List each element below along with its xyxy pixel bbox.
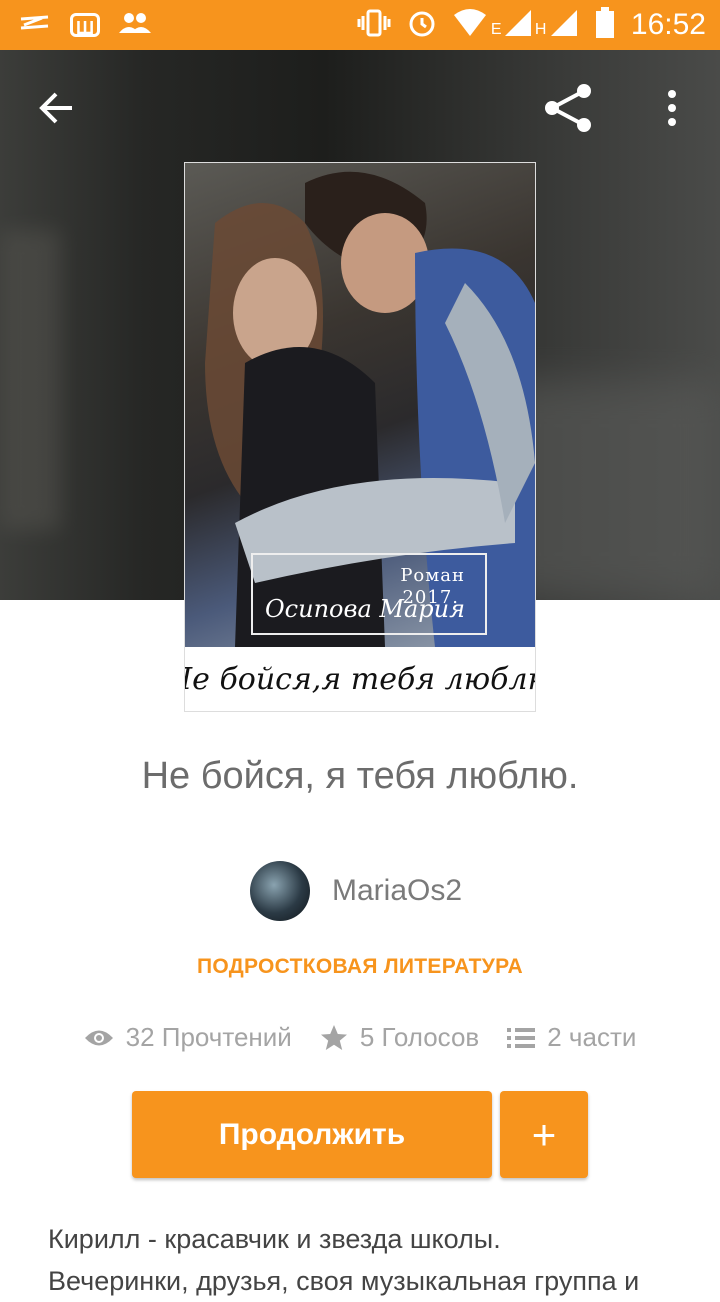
app-notification-icon <box>18 8 52 42</box>
eye-icon <box>84 1030 113 1045</box>
cover-title-frame: Роман 2017. Осипова Мария <box>251 553 487 635</box>
avatar[interactable] <box>250 861 310 921</box>
network-type-2: H <box>534 20 547 38</box>
star-icon <box>320 1024 347 1050</box>
arrow-back-icon <box>39 92 72 124</box>
action-buttons: Продолжить + <box>132 1091 588 1178</box>
continue-reading-button[interactable]: Продолжить <box>132 1091 492 1178</box>
book-cover[interactable]: Роман 2017. Осипова Мария Не бойся,я теб… <box>184 162 536 712</box>
wifi-icon <box>453 8 487 42</box>
more-vert-icon <box>668 90 676 126</box>
reads-stat: 32 Прочтений <box>84 1022 292 1053</box>
cover-photo: Роман 2017. Осипова Мария <box>185 163 535 647</box>
parts-count: 2 части <box>547 1022 637 1052</box>
vibrate-icon <box>357 8 391 43</box>
people-icon <box>118 12 152 39</box>
cover-caption: Не бойся,я тебя люблю <box>185 647 535 711</box>
clock: 16:52 <box>630 8 706 41</box>
wattpad-notification-icon: Ш <box>70 13 100 38</box>
cover-genre-label: Роман <box>400 565 465 586</box>
status-bar: Ш E H 16:52 <box>0 0 720 50</box>
parts-stat: 2 части <box>507 1022 636 1053</box>
cover-author: Осипова Мария <box>265 595 465 623</box>
description-line-1: Кирилл - красавчик и звезда школы. <box>48 1224 501 1254</box>
network-type-1: E <box>490 20 502 38</box>
share-button[interactable] <box>540 80 596 136</box>
signal-icon-2: H <box>535 9 579 42</box>
story-description: Кирилл - красавчик и звезда школы. Вечер… <box>48 1218 678 1302</box>
add-to-library-button[interactable]: + <box>500 1091 588 1178</box>
story-stats: 32 Прочтений 5 Голосов 2 части <box>0 1022 720 1053</box>
reads-count: 32 Прочтений <box>125 1022 292 1052</box>
story-title: Не бойся, я тебя люблю. <box>141 755 579 797</box>
genre-link[interactable]: ПОДРОСТКОВАЯ ЛИТЕРАТУРА <box>0 955 720 979</box>
description-line-2: Вечеринки, друзья, своя музыкальная груп… <box>48 1266 640 1296</box>
battery-icon <box>595 6 615 44</box>
author-name[interactable]: MariaOs2 <box>332 874 462 908</box>
alarm-icon <box>407 8 437 43</box>
signal-icon-1: E <box>491 9 533 42</box>
list-icon <box>507 1027 536 1048</box>
share-icon <box>545 84 591 132</box>
more-options-button[interactable] <box>644 80 700 136</box>
votes-stat: 5 Голосов <box>320 1022 479 1053</box>
author-link[interactable]: MariaOs2 <box>250 860 462 922</box>
votes-count: 5 Голосов <box>359 1022 480 1052</box>
back-button[interactable] <box>28 80 84 136</box>
